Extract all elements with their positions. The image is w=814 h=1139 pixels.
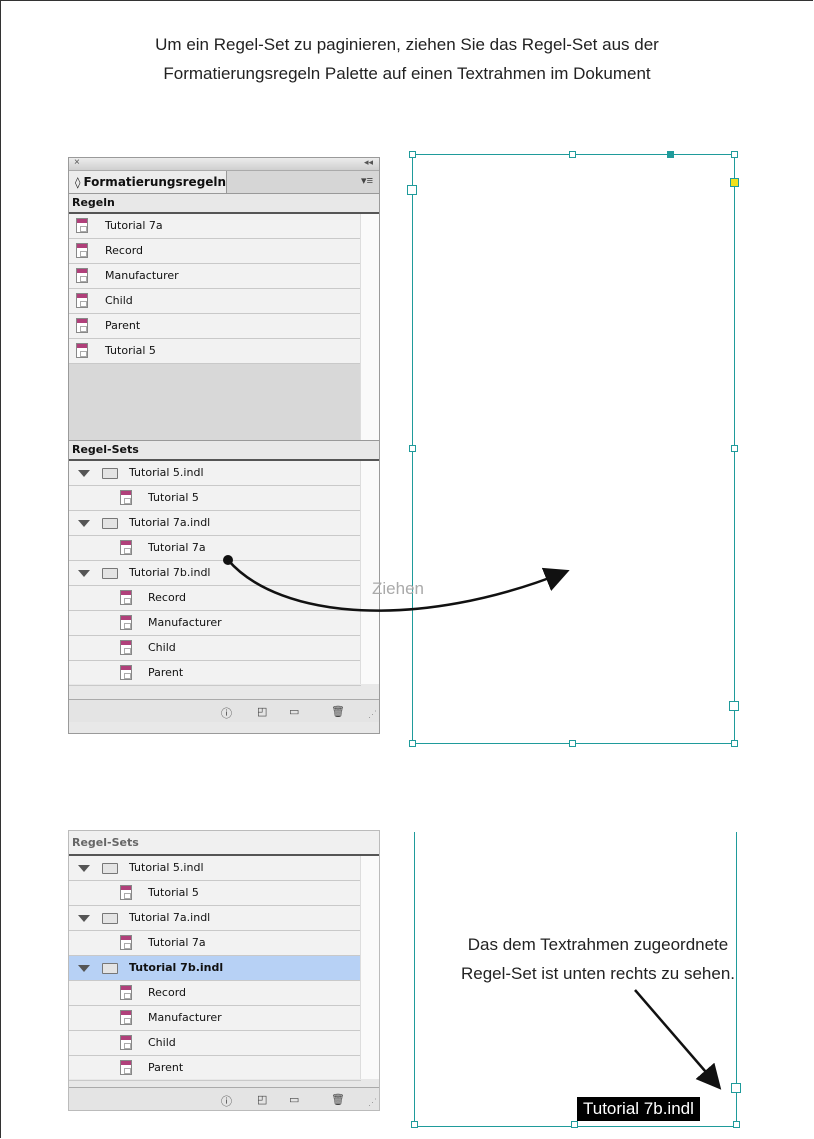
- annotation-arrow: [634, 989, 722, 1090]
- drag-arrow: [227, 559, 570, 612]
- arrows-overlay: [223, 555, 722, 1090]
